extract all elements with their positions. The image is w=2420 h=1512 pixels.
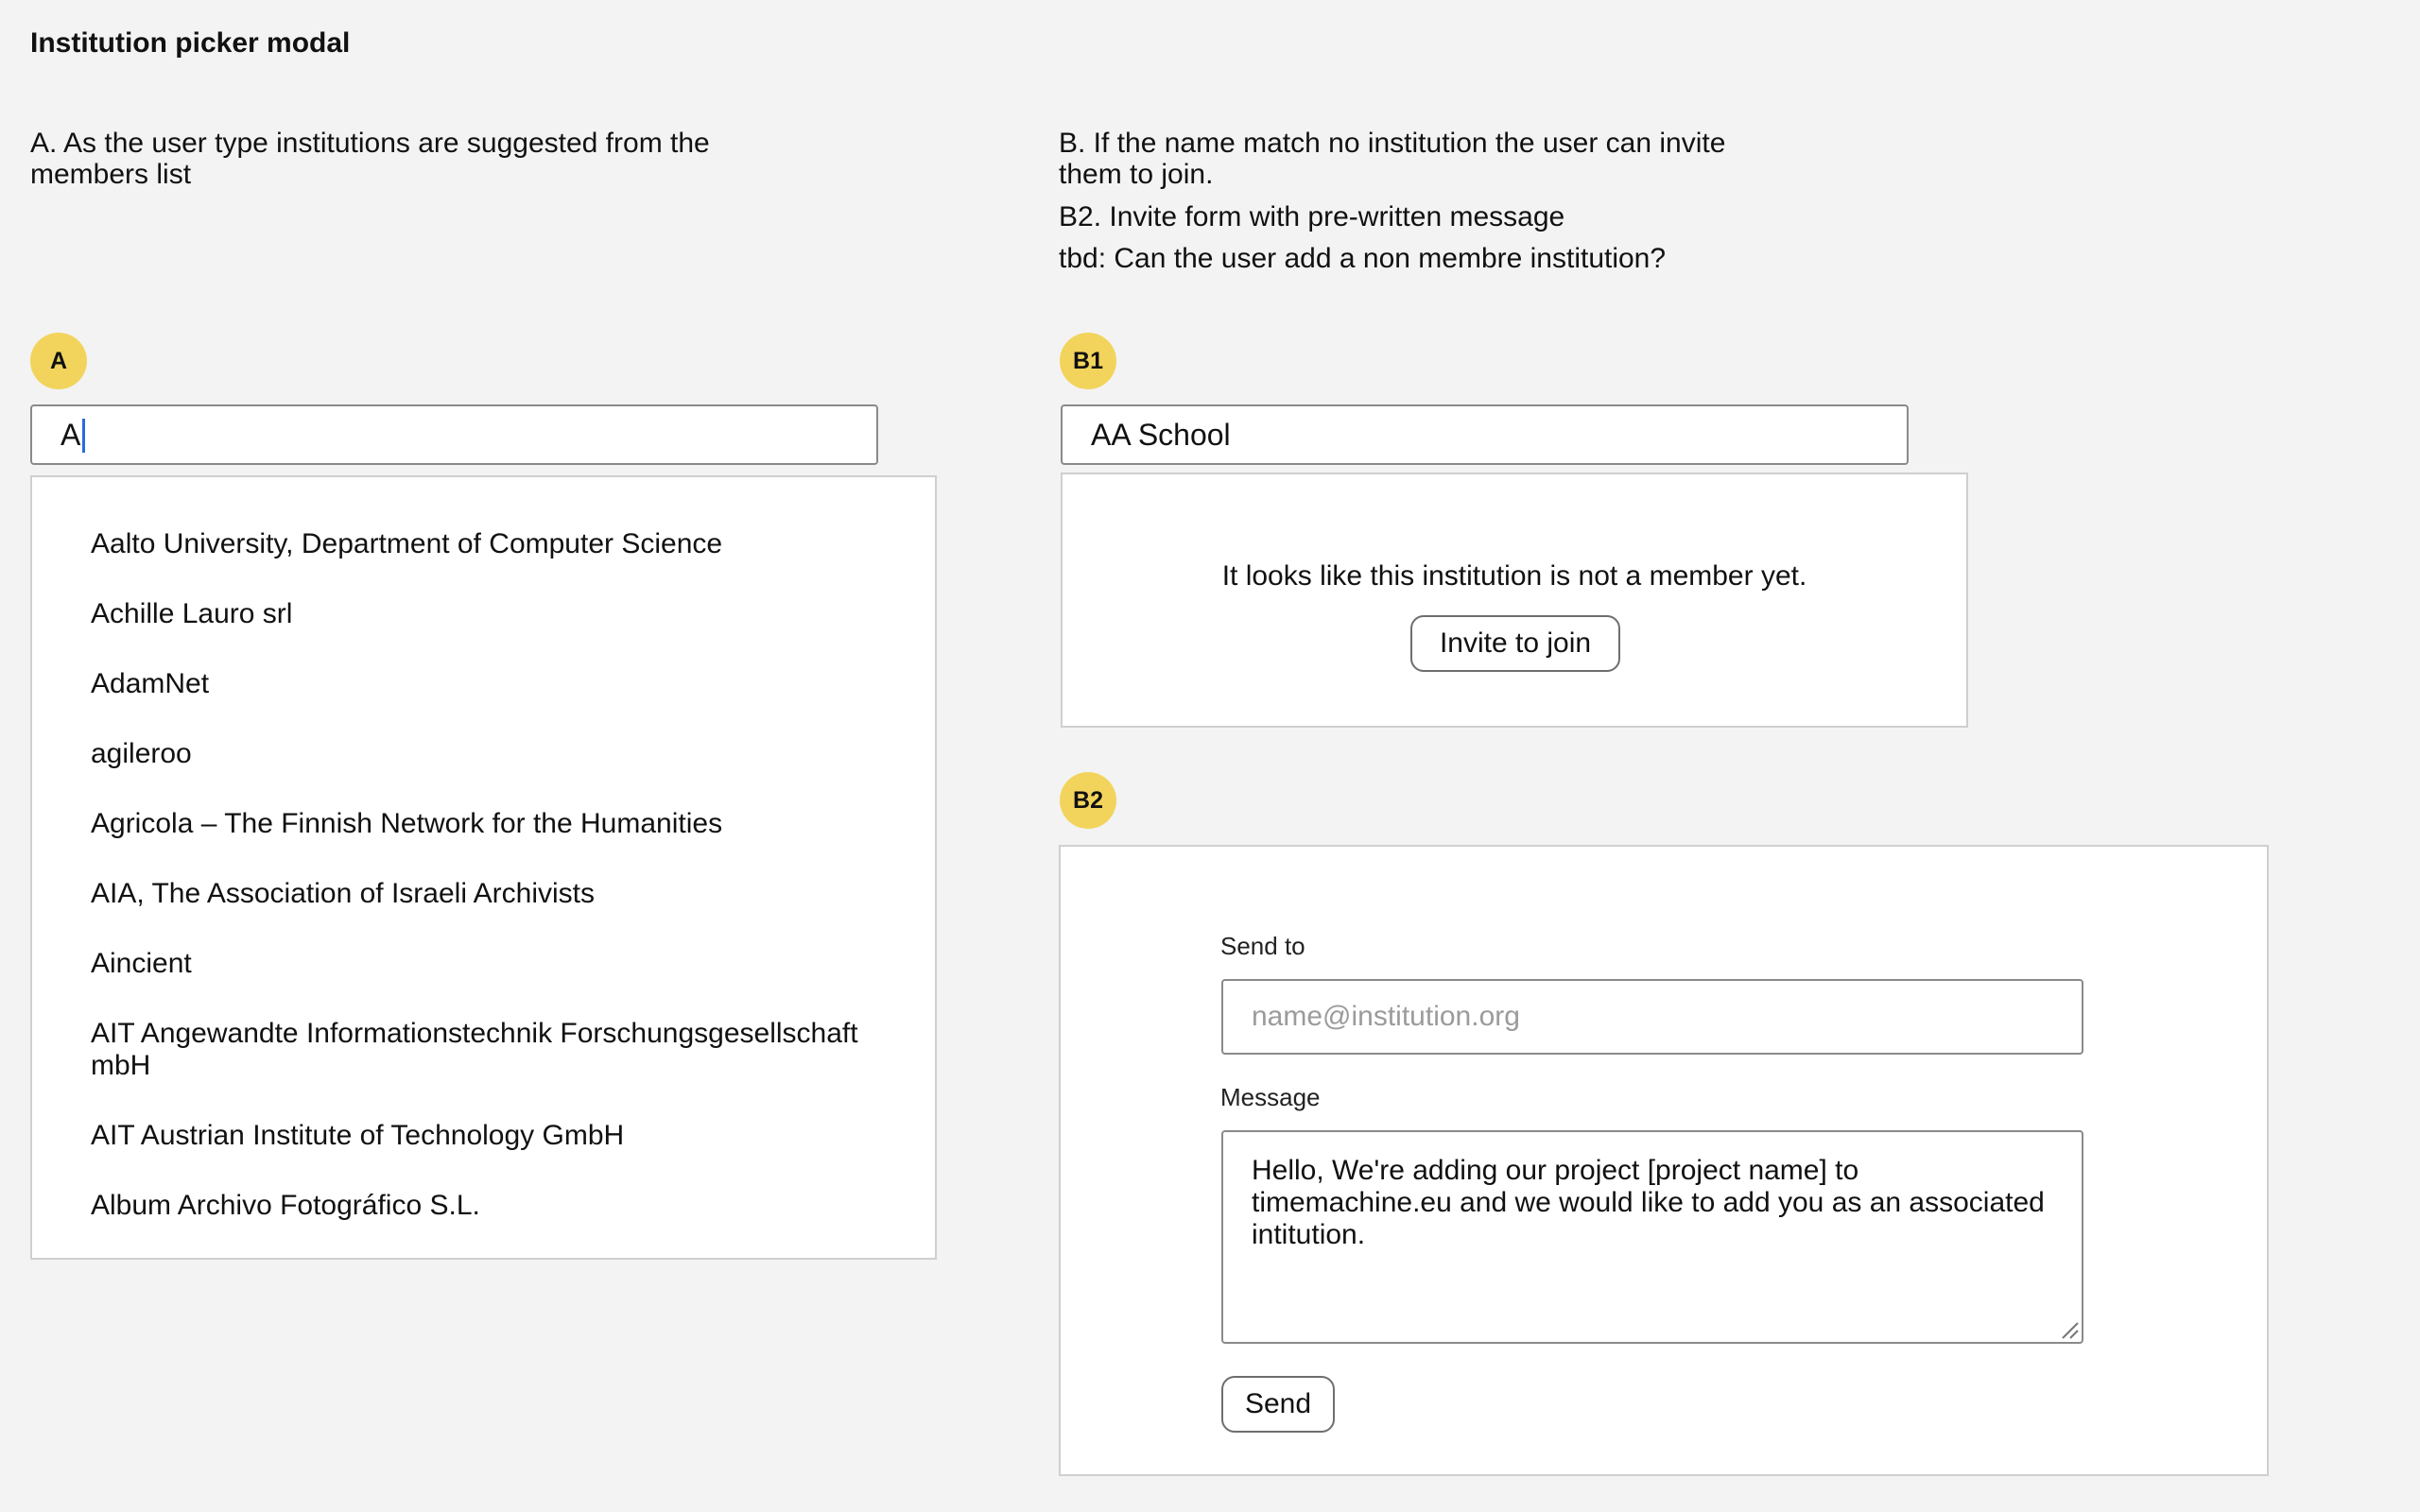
text-caret <box>82 418 86 453</box>
invite-to-join-button[interactable]: Invite to join <box>1410 615 1620 672</box>
page-title: Institution picker modal <box>30 27 351 59</box>
suggestions-list: Aalto University, Department of Computer… <box>91 528 913 1222</box>
message-textarea[interactable]: Hello, We're adding our project [project… <box>1221 1130 2083 1344</box>
invite-form: Send to Message Hello, We're adding our … <box>1059 845 2269 1476</box>
badge-a: A <box>30 333 87 389</box>
not-member-panel: It looks like this institution is not a … <box>1061 472 1968 728</box>
suggestions-dropdown: Aalto University, Department of Computer… <box>30 475 937 1260</box>
suggestion-item[interactable]: Aalto University, Department of Computer… <box>91 528 913 560</box>
note-tbd: tbd: Can the user add a non membre insti… <box>1059 243 1667 274</box>
institution-search-input[interactable]: A <box>30 404 878 465</box>
send-button[interactable]: Send <box>1221 1376 1335 1433</box>
suggestion-item[interactable]: AIT Angewandte Informationstechnik Forsc… <box>91 1018 913 1082</box>
suggestion-item[interactable]: Agricola – The Finnish Network for the H… <box>91 808 913 840</box>
badge-b2: B2 <box>1060 772 1116 829</box>
not-member-message: It looks like this institution is not a … <box>1221 560 1807 592</box>
suggestion-item[interactable]: Achille Lauro srl <box>91 598 913 630</box>
suggestion-item[interactable]: agileroo <box>91 738 913 770</box>
institution-search-input-no-match[interactable]: AA School <box>1061 404 1909 465</box>
send-to-label: Send to <box>1220 932 1305 960</box>
suggestion-item[interactable]: AIA, The Association of Israeli Archivis… <box>91 878 913 910</box>
suggestion-item[interactable]: AdamNet <box>91 668 913 700</box>
suggestion-item[interactable]: Aincient <box>91 948 913 980</box>
institution-search-value: A <box>60 418 81 452</box>
badge-b1: B1 <box>1060 333 1116 389</box>
suggestion-item[interactable]: AIT Austrian Institute of Technology Gmb… <box>91 1120 913 1152</box>
note-section-b2: B2. Invite form with pre-written message <box>1059 201 1565 232</box>
institution-search-value: AA School <box>1091 418 1231 452</box>
note-section-a: A. As the user type institutions are sug… <box>30 128 710 190</box>
send-to-email-input[interactable] <box>1221 979 2083 1055</box>
resize-handle-icon[interactable] <box>2059 1319 2080 1340</box>
message-label: Message <box>1220 1083 1321 1111</box>
message-field: Hello, We're adding our project [project… <box>1221 1130 2083 1344</box>
note-section-b1: B. If the name match no institution the … <box>1059 128 1726 190</box>
suggestion-item[interactable]: Album Archivo Fotográfico S.L. <box>91 1190 913 1222</box>
